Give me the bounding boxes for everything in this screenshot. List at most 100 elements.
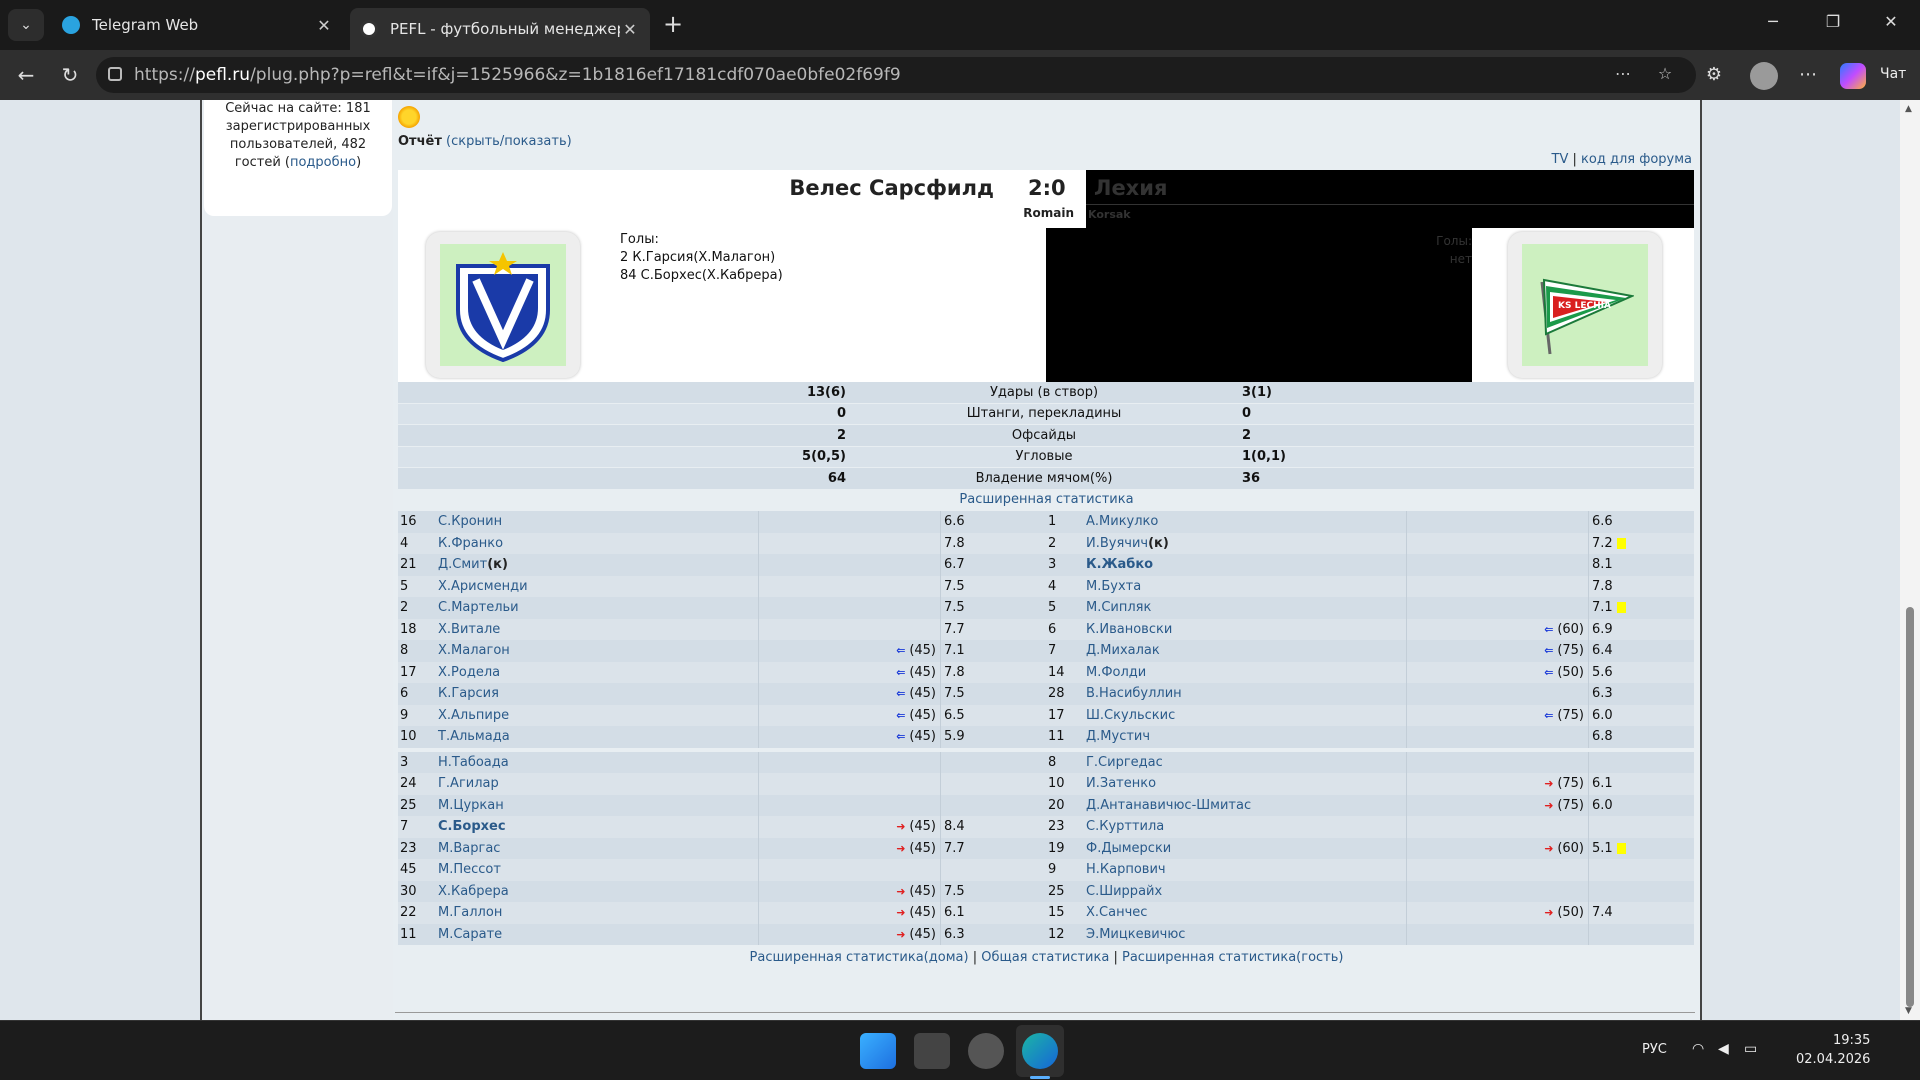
lineup-row: 9 Х.Альпире ⇐ (45) 6.5 17 Ш.Скульскис ⇐ (75) 6.… — [398, 704, 1694, 726]
divider — [1406, 532, 1407, 554]
away-team-name[interactable]: Лехия — [1094, 176, 1167, 200]
refresh-button[interactable]: ↻ — [56, 62, 84, 90]
player-name-link[interactable]: Х.Витале — [438, 622, 758, 637]
player-name-link[interactable]: М.Цуркан — [438, 798, 758, 813]
url-field[interactable]: https://pefl.ru/plug.php?p=refl&t=if&j=1… — [96, 57, 1696, 93]
player-name-link[interactable]: С.Курттила — [1086, 819, 1406, 834]
wifi-icon[interactable]: ◠ — [1692, 1041, 1704, 1057]
player-name-link[interactable]: Н.Табоада — [438, 755, 758, 770]
tab-actions-menu-button[interactable]: ⌄ — [8, 9, 44, 41]
player-name-link[interactable]: М.Пессот — [438, 862, 758, 877]
player-name-link[interactable]: Г.Сиргедас — [1086, 755, 1406, 770]
close-window-button[interactable]: ✕ — [1876, 12, 1906, 38]
player-number: 4 — [1048, 578, 1057, 594]
close-tab-button[interactable]: ✕ — [620, 20, 640, 39]
player-name-link[interactable]: Х.Санчес — [1086, 905, 1406, 920]
player-name-link[interactable]: М.Сарате — [438, 927, 758, 942]
away-team-logo[interactable]: KS LECHIA — [1508, 232, 1662, 378]
new-tab-button[interactable]: + — [660, 12, 686, 38]
home-coach[interactable]: Romain — [1023, 206, 1074, 220]
edge-browser-icon[interactable] — [1022, 1033, 1058, 1069]
player-name-link[interactable]: Т.Альмада — [438, 729, 758, 744]
toggle-report-link[interactable]: (скрыть/показать) — [446, 134, 572, 149]
rating-value: 7.5 — [944, 883, 965, 899]
lineup-row: 7 С.Борхес ➜ (45) 8.4 23 С.Курттила — [398, 816, 1694, 838]
player-name-link[interactable]: М.Сипляк — [1086, 600, 1406, 615]
player-name-link[interactable]: С.Ширрайх — [1086, 884, 1406, 899]
extended-stats-link[interactable]: Расширенная статистика — [393, 492, 1700, 507]
player-name-link[interactable]: С.Мартельи — [438, 600, 758, 615]
forum-code-link[interactable]: код для форума — [1581, 152, 1692, 167]
minimize-button[interactable]: ─ — [1758, 12, 1788, 38]
copilot-icon[interactable] — [1840, 63, 1866, 89]
player-name-link[interactable]: М.Фолди — [1086, 665, 1406, 680]
tab-pefl[interactable]: PEFL - футбольный менеджер он ✕ — [350, 8, 650, 50]
player-name-link[interactable]: Ф.Дымерски — [1086, 841, 1406, 856]
player-name-link[interactable]: Д.Мустич — [1086, 729, 1406, 744]
player-name-link[interactable]: И.Затенко — [1086, 776, 1406, 791]
extended-stats-home-link[interactable]: Расширенная статистика(дома) — [750, 950, 969, 965]
general-stats-link[interactable]: Общая статистика — [981, 950, 1109, 965]
extensions-icon[interactable]: ⚙ — [1700, 62, 1728, 90]
player-name-link[interactable]: Д.Михалак — [1086, 643, 1406, 658]
scroll-thumb[interactable] — [1906, 607, 1914, 1007]
player-name-link[interactable]: А.Микулко — [1086, 514, 1406, 529]
scroll-down-arrow-icon[interactable]: ▼ — [1905, 1006, 1912, 1016]
player-name-link[interactable]: Х.Арисменди — [438, 579, 758, 594]
player-name: Т.Альмада — [438, 729, 510, 745]
calculator-icon[interactable] — [914, 1033, 950, 1069]
player-name-link[interactable]: Х.Кабрера — [438, 884, 758, 899]
player-name-link[interactable]: Д.Антанавичюс-Шмитас — [1086, 798, 1406, 813]
close-tab-button[interactable]: ✕ — [314, 16, 334, 35]
player-name-link[interactable]: М.Галлон — [438, 905, 758, 920]
battery-icon[interactable]: ▭ — [1744, 1041, 1757, 1057]
volume-icon[interactable]: ◀ — [1718, 1041, 1729, 1057]
windows-start-icon[interactable] — [860, 1033, 896, 1069]
player-name: И.Вуячич — [1086, 535, 1149, 551]
rating-value: 7.5 — [944, 600, 965, 616]
lineup-row: 25 М.Цуркан 20 Д.Антанавичюс-Шмитас ➜ (75) 6.… — [398, 794, 1694, 816]
player-name-link[interactable]: К.Гарсия — [438, 686, 758, 701]
back-button[interactable]: ← — [12, 62, 40, 90]
profile-avatar[interactable] — [1750, 62, 1778, 90]
player-name-link[interactable]: Х.Альпире — [438, 708, 758, 723]
clock[interactable]: 19:35 02.04.2026 — [1796, 1031, 1870, 1069]
favorite-star-icon[interactable]: ☆ — [1654, 64, 1676, 86]
settings-menu-icon[interactable]: ⋯ — [1794, 62, 1822, 90]
player-name-link[interactable]: Н.Карпович — [1086, 862, 1406, 877]
player-name-link[interactable]: К.Франко — [438, 536, 758, 551]
player-name-link[interactable]: К.Жабко — [1086, 557, 1406, 572]
language-indicator[interactable]: РУС — [1642, 1042, 1667, 1057]
more-options-icon[interactable]: ⋯ — [1612, 64, 1634, 86]
away-player: 25 С.Ширрайх — [1046, 880, 1694, 902]
tab-telegram[interactable]: Telegram Web ✕ — [52, 8, 344, 42]
player-name-link[interactable]: И.Вуячич(к) — [1086, 536, 1406, 551]
player-name-link[interactable]: С.Борхес — [438, 819, 758, 834]
settings-gear-icon[interactable] — [968, 1033, 1004, 1069]
details-link[interactable]: подробно — [290, 155, 356, 170]
scrollbar[interactable]: ▲ ▼ — [1900, 100, 1920, 1020]
player-name-link[interactable]: С.Кронин — [438, 514, 758, 529]
divider — [940, 511, 941, 533]
tv-link[interactable]: TV — [1552, 152, 1569, 167]
home-team-logo[interactable] — [426, 232, 580, 378]
player-name-link[interactable]: Х.Родела — [438, 665, 758, 680]
player-name-link[interactable]: Х.Малагон — [438, 643, 758, 658]
player-name-link[interactable]: К.Ивановски — [1086, 622, 1406, 637]
divider — [1588, 618, 1589, 640]
home-team-name[interactable]: Велес Сарсфилд — [789, 176, 994, 200]
restore-button[interactable]: ❐ — [1818, 12, 1848, 38]
player-name-link[interactable]: Д.Смит(к) — [438, 557, 758, 572]
player-name-link[interactable]: М.Варгас — [438, 841, 758, 856]
sub-out-arrow-icon: ⇐ — [1544, 622, 1558, 636]
away-coach[interactable]: Korsak — [1088, 208, 1131, 221]
extended-stats-away-link[interactable]: Расширенная статистика(гость) — [1122, 950, 1343, 965]
player-name-link[interactable]: Ш.Скульскис — [1086, 708, 1406, 723]
scroll-up-arrow-icon[interactable]: ▲ — [1905, 104, 1912, 114]
player-name-link[interactable]: В.Насибуллин — [1086, 686, 1406, 701]
player-name-link[interactable]: Г.Агилар — [438, 776, 758, 791]
chat-label[interactable]: Чат — [1880, 66, 1906, 82]
divider — [1406, 859, 1407, 881]
player-name-link[interactable]: Э.Мицкевичюс — [1086, 927, 1406, 942]
player-name-link[interactable]: М.Бухта — [1086, 579, 1406, 594]
